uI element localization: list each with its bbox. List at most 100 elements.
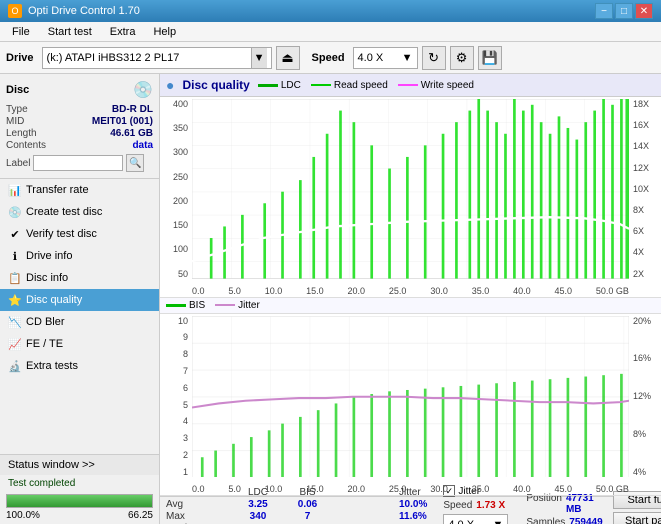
nav-verify-test-disc-label: Verify test disc bbox=[26, 228, 97, 240]
status-window-button[interactable]: Status window >> bbox=[0, 455, 159, 475]
samples-value: 759449 bbox=[569, 517, 602, 524]
avg-label: Avg bbox=[166, 499, 226, 510]
max-label: Max bbox=[166, 511, 226, 522]
start-part-button[interactable]: Start part bbox=[613, 512, 661, 524]
contents-value: data bbox=[132, 140, 153, 151]
length-label: Length bbox=[6, 128, 37, 139]
ldc-color bbox=[258, 84, 278, 87]
chart-header-icon: ● bbox=[166, 77, 174, 93]
chart-header: ● Disc quality LDC Read speed Write spee… bbox=[160, 74, 661, 97]
verify-test-disc-icon: ✔ bbox=[8, 227, 22, 241]
mid-label: MID bbox=[6, 116, 24, 127]
avg-ldc: 3.25 bbox=[238, 499, 278, 510]
speed-value: 4.0 X bbox=[358, 52, 384, 64]
legend-ldc-label: LDC bbox=[281, 80, 301, 91]
toolbar: Drive (k:) ATAPI iHBS312 2 PL17 ▼ ⏏ Spee… bbox=[0, 42, 661, 74]
legend-bis: BIS bbox=[166, 300, 205, 311]
nav-fe-te[interactable]: 📈 FE / TE bbox=[0, 333, 159, 355]
nav-fe-te-label: FE / TE bbox=[26, 338, 63, 350]
sidebar: Disc 💿 Type BD-R DL MID MEIT01 (001) Len… bbox=[0, 74, 160, 524]
nav-drive-info-label: Drive info bbox=[26, 250, 72, 262]
nav-transfer-rate-label: Transfer rate bbox=[26, 184, 89, 196]
menubar: File Start test Extra Help bbox=[0, 22, 661, 42]
nav-extra-tests[interactable]: 🔬 Extra tests bbox=[0, 355, 159, 377]
write-color bbox=[398, 84, 418, 86]
nav-transfer-rate[interactable]: 📊 Transfer rate bbox=[0, 179, 159, 201]
transfer-rate-icon: 📊 bbox=[8, 183, 22, 197]
drive-label: Drive bbox=[6, 52, 34, 64]
speed-select[interactable]: 4.0 X ▼ bbox=[353, 47, 418, 69]
progress-bar bbox=[6, 494, 153, 508]
chart-legend: LDC Read speed Write speed bbox=[258, 80, 474, 91]
progress-fill bbox=[7, 495, 152, 507]
menu-help[interactable]: Help bbox=[145, 24, 184, 40]
bottom-bar: LDC BIS Jitter Avg 3.25 0.06 10.0% Max 3… bbox=[160, 496, 661, 524]
max-ldc: 340 bbox=[238, 511, 278, 522]
max-bis: 7 bbox=[290, 511, 325, 522]
progress-pct: 100.0% bbox=[6, 510, 40, 521]
read-color bbox=[311, 84, 331, 86]
create-test-disc-icon: 💿 bbox=[8, 205, 22, 219]
chart2-legend-bar: BIS Jitter bbox=[160, 298, 661, 314]
nav-cd-bler-label: CD Bler bbox=[26, 316, 65, 328]
disc-panel: Disc 💿 Type BD-R DL MID MEIT01 (001) Len… bbox=[0, 74, 159, 179]
top-chart: 400 350 300 250 200 150 100 50 18X 16X 1… bbox=[160, 97, 661, 298]
disc-title: Disc bbox=[6, 84, 29, 96]
position-row: Position 47731 MB bbox=[526, 493, 602, 515]
settings-button[interactable]: ⚙ bbox=[450, 46, 474, 70]
drive-select[interactable]: (k:) ATAPI iHBS312 2 PL17 ▼ bbox=[42, 47, 272, 69]
status-text: Test completed bbox=[0, 475, 159, 492]
cd-bler-icon: 📉 bbox=[8, 315, 22, 329]
legend-write-label: Write speed bbox=[421, 80, 474, 91]
y-axis-left-top: 400 350 300 250 200 150 100 50 bbox=[160, 99, 190, 279]
progress-right: 66.25 bbox=[128, 510, 153, 521]
menu-file[interactable]: File bbox=[4, 24, 38, 40]
disc-icon: 💿 bbox=[133, 80, 153, 100]
samples-label: Samples bbox=[526, 517, 565, 524]
nav-disc-quality[interactable]: ⭐ Disc quality bbox=[0, 289, 159, 311]
nav-create-test-disc[interactable]: 💿 Create test disc bbox=[0, 201, 159, 223]
samples-row: Samples 759449 bbox=[526, 517, 602, 524]
minimize-button[interactable]: − bbox=[595, 3, 613, 19]
y-axis-right-bot: 20% 16% 12% 8% 4% bbox=[631, 316, 661, 477]
nav-disc-info[interactable]: 📋 Disc info bbox=[0, 267, 159, 289]
legend-jitter: Jitter bbox=[215, 300, 260, 311]
titlebar: O Opti Drive Control 1.70 − □ ✕ bbox=[0, 0, 661, 22]
speed-stat-select[interactable]: 4.0 X ▼ bbox=[443, 514, 508, 524]
menu-extra[interactable]: Extra bbox=[102, 24, 144, 40]
contents-label: Contents bbox=[6, 140, 46, 151]
menu-start-test[interactable]: Start test bbox=[40, 24, 100, 40]
top-chart-svg bbox=[192, 99, 629, 279]
drive-dropdown-arrow[interactable]: ▼ bbox=[251, 48, 267, 68]
nav-cd-bler[interactable]: 📉 CD Bler bbox=[0, 311, 159, 333]
label-search-button[interactable]: 🔍 bbox=[126, 154, 144, 172]
speed-row: Speed 1.73 X bbox=[443, 500, 508, 511]
refresh-button[interactable]: ↻ bbox=[422, 46, 446, 70]
eject-button[interactable]: ⏏ bbox=[276, 46, 300, 70]
status-section: Status window >> Test completed 100.0% 6… bbox=[0, 454, 159, 524]
nav-verify-test-disc[interactable]: ✔ Verify test disc bbox=[0, 223, 159, 245]
close-button[interactable]: ✕ bbox=[635, 3, 653, 19]
nav-drive-info[interactable]: ℹ Drive info bbox=[0, 245, 159, 267]
bis-color bbox=[166, 304, 186, 307]
fe-te-icon: 📈 bbox=[8, 337, 22, 351]
position-value: 47731 MB bbox=[566, 493, 603, 515]
speed-stat-label: Speed bbox=[443, 500, 472, 511]
drive-info-icon: ℹ bbox=[8, 249, 22, 263]
position-label: Position bbox=[526, 493, 562, 515]
label-input[interactable] bbox=[33, 155, 123, 171]
x-axis-top: 0.05.010.015.020.025.030.035.040.045.050… bbox=[192, 286, 629, 296]
legend-ldc: LDC bbox=[258, 80, 301, 91]
label-label: Label bbox=[6, 158, 30, 169]
progress-label: 100.0% 66.25 bbox=[0, 510, 159, 524]
max-jitter: 11.6% bbox=[399, 511, 427, 522]
stats-avg-row: Avg 3.25 0.06 10.0% bbox=[166, 499, 427, 510]
nav-extra-tests-label: Extra tests bbox=[26, 360, 78, 372]
nav-create-test-disc-label: Create test disc bbox=[26, 206, 102, 218]
save-button[interactable]: 💾 bbox=[478, 46, 502, 70]
nav-disc-quality-label: Disc quality bbox=[26, 294, 82, 306]
speed-stat-select-value: 4.0 X bbox=[448, 519, 474, 524]
maximize-button[interactable]: □ bbox=[615, 3, 633, 19]
avg-jitter: 10.0% bbox=[399, 499, 427, 510]
speed-stat-value: 1.73 X bbox=[476, 500, 505, 511]
